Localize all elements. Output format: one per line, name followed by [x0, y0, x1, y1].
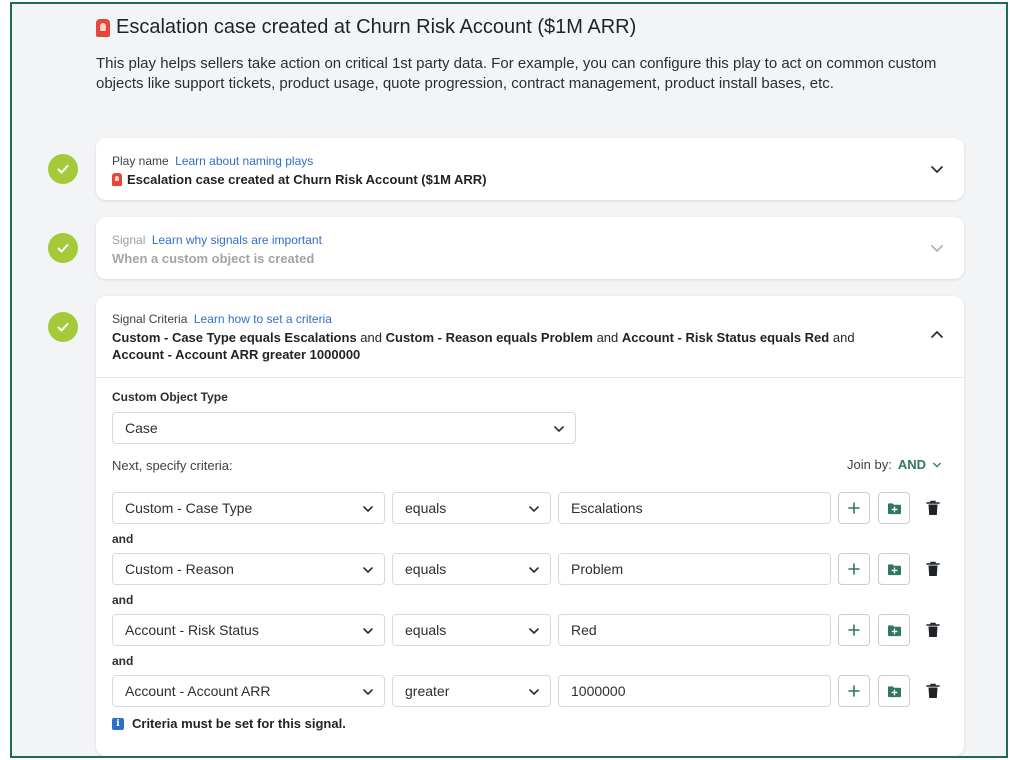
play-description: This play helps sellers take action on c…: [96, 55, 937, 92]
add-group-button[interactable]: [878, 614, 910, 646]
trash-icon[interactable]: [926, 500, 940, 516]
folder-plus-icon: [887, 563, 901, 575]
signals-important-link[interactable]: Learn why signals are important: [152, 233, 322, 247]
page-title: Escalation case created at Churn Risk Ac…: [96, 16, 636, 39]
signal-criteria-card: Signal Criteria Learn how to set a crite…: [96, 296, 964, 756]
add-criteria-button[interactable]: [838, 553, 870, 585]
chevron-down-icon: [554, 426, 564, 432]
criteria-value-input[interactable]: Escalations: [558, 492, 831, 524]
criteria-operator-select[interactable]: equals: [392, 614, 551, 646]
criteria-operator-select[interactable]: greater: [392, 675, 551, 707]
add-group-button[interactable]: [878, 553, 910, 585]
object-type-select[interactable]: Case: [112, 412, 576, 444]
folder-plus-icon: [887, 685, 901, 697]
criteria-field-select[interactable]: Custom - Case Type: [112, 492, 385, 524]
naming-plays-link[interactable]: Learn about naming plays: [175, 154, 313, 168]
criteria-value-input[interactable]: 1000000: [558, 675, 831, 707]
criteria-field-select[interactable]: Account - Risk Status: [112, 614, 385, 646]
criteria-field-select[interactable]: Account - Account ARR: [112, 675, 385, 707]
page-title-text: Escalation case created at Churn Risk Ac…: [116, 16, 637, 38]
add-group-button[interactable]: [878, 492, 910, 524]
join-by-control[interactable]: Join by: AND: [847, 457, 942, 472]
trash-icon[interactable]: [926, 622, 940, 638]
chevron-down-icon: [933, 462, 941, 467]
and-connector: and: [112, 654, 134, 668]
next-specify-label: Next, specify criteria:: [112, 458, 233, 473]
criteria-value-input[interactable]: Problem: [558, 553, 831, 585]
criteria-operator-select[interactable]: equals: [392, 553, 551, 585]
siren-icon: [96, 18, 110, 37]
add-criteria-button[interactable]: [838, 492, 870, 524]
play-name-value: Escalation case created at Churn Risk Ac…: [127, 172, 487, 187]
set-criteria-link[interactable]: Learn how to set a criteria: [194, 312, 332, 326]
chevron-up-icon[interactable]: [930, 328, 944, 342]
app-frame: Escalation case created at Churn Risk Ac…: [10, 2, 1008, 758]
folder-plus-icon: [887, 624, 901, 636]
plus-icon: [848, 685, 860, 697]
signal-card[interactable]: Signal Learn why signals are important W…: [96, 217, 964, 279]
chevron-down-icon[interactable]: [930, 241, 944, 255]
check-circle-icon: [48, 233, 78, 263]
plus-icon: [848, 502, 860, 514]
chevron-down-icon[interactable]: [930, 162, 944, 176]
trash-icon[interactable]: [926, 561, 940, 577]
signal-value: When a custom object is created: [112, 251, 315, 266]
plus-icon: [848, 563, 860, 575]
add-group-button[interactable]: [878, 675, 910, 707]
criteria-value-input[interactable]: Red: [558, 614, 831, 646]
play-name-label: Play name: [112, 154, 169, 168]
info-icon: i: [112, 717, 124, 730]
folder-plus-icon: [887, 502, 901, 514]
add-criteria-button[interactable]: [838, 614, 870, 646]
and-connector: and: [112, 532, 134, 546]
signal-criteria-label: Signal Criteria: [112, 312, 188, 326]
criteria-operator-select[interactable]: equals: [392, 492, 551, 524]
and-connector: and: [112, 593, 134, 607]
trash-icon[interactable]: [926, 683, 940, 699]
check-circle-icon: [48, 154, 78, 184]
object-type-label: Custom Object Type: [112, 390, 228, 404]
siren-icon: [112, 173, 122, 186]
signal-label: Signal: [112, 233, 146, 247]
plus-icon: [848, 624, 860, 636]
check-circle-icon: [48, 312, 78, 342]
add-criteria-button[interactable]: [838, 675, 870, 707]
play-name-card[interactable]: Play name Learn about naming plays Escal…: [96, 138, 964, 200]
criteria-note: i Criteria must be set for this signal.: [112, 716, 346, 731]
criteria-field-select[interactable]: Custom - Reason: [112, 553, 385, 585]
criteria-summary: Custom - Case Type equals Escalations an…: [112, 330, 855, 362]
